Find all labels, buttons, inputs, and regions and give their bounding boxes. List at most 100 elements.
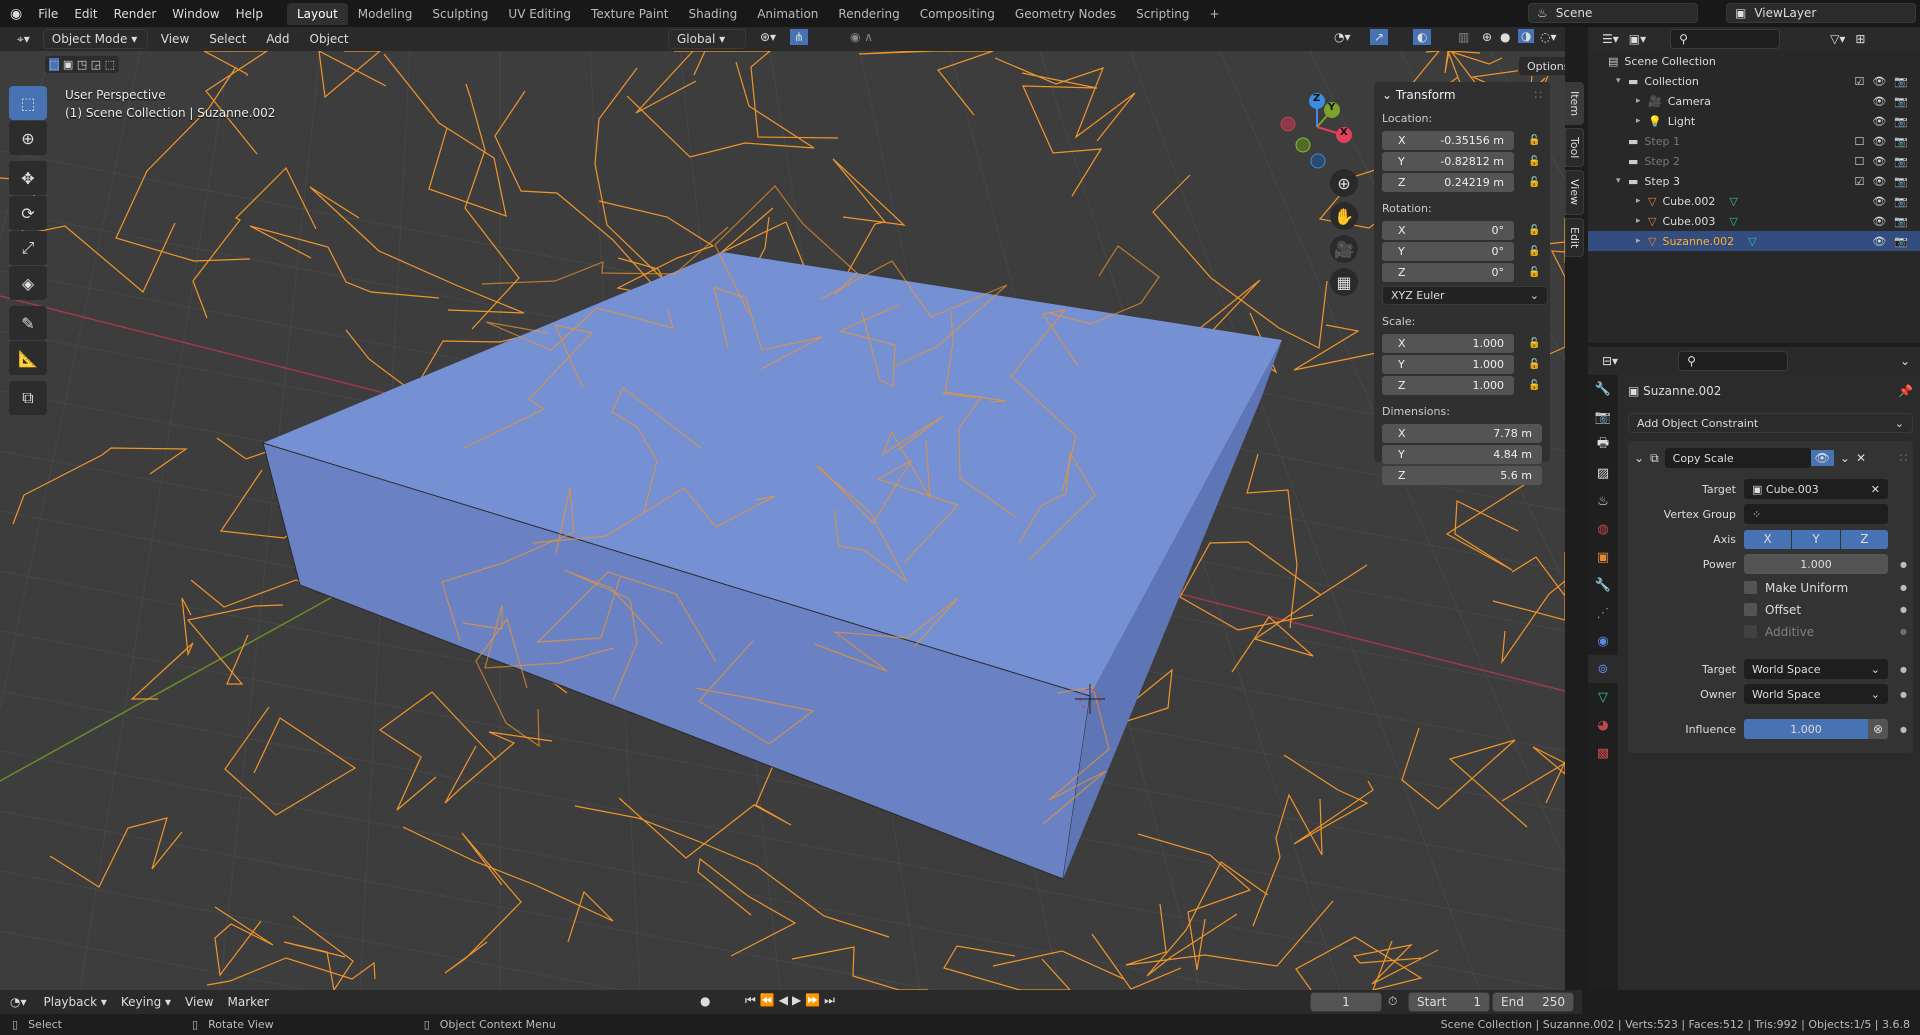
menu-file[interactable]: File <box>30 7 66 21</box>
make-uniform-checkbox[interactable]: Make Uniform <box>1744 581 1888 595</box>
constraints-tab-icon[interactable]: ⊚ <box>1588 655 1618 683</box>
lock-icon[interactable]: 🔓 <box>1528 177 1540 188</box>
expand-arrow-icon[interactable]: ▸ <box>1636 196 1648 206</box>
add-workspace-button[interactable]: + <box>1200 3 1230 25</box>
cursor-tool-icon[interactable]: ⊕ <box>9 121 47 155</box>
lock-icon[interactable]: 🔓 <box>1528 267 1540 278</box>
eye-icon[interactable]: 👁 <box>1872 215 1886 228</box>
solid-shading-icon[interactable]: ● <box>1500 30 1510 44</box>
axis-x-toggle[interactable]: X <box>1744 529 1792 549</box>
clear-target-icon[interactable]: ✕ <box>1871 483 1880 496</box>
view-layer-tab-icon[interactable]: ▨ <box>1588 459 1618 487</box>
material-tab-icon[interactable]: ◕ <box>1588 711 1618 739</box>
dimensions-z-field[interactable]: Z 5.6 m <box>1382 465 1542 485</box>
menu-view[interactable]: View <box>154 30 196 48</box>
select-intersect-icon[interactable]: ⬚ <box>105 58 115 71</box>
measure-tool-icon[interactable]: 📐 <box>9 341 47 375</box>
editor-type-icon[interactable]: ⌖▾ <box>10 30 37 49</box>
keyframe-dot-icon[interactable]: ● <box>1900 560 1907 569</box>
eye-icon[interactable]: 👁 <box>1872 75 1886 88</box>
menu-window[interactable]: Window <box>164 7 227 21</box>
new-collection-icon[interactable]: ⊞ <box>1855 32 1865 46</box>
eye-icon[interactable]: 👁 <box>1872 155 1886 168</box>
pin-icon[interactable]: 📌 <box>1898 384 1913 398</box>
menu-playback[interactable]: Playback ▾ <box>37 993 114 1011</box>
delete-constraint-icon[interactable]: ✕ <box>1856 451 1866 465</box>
exclude-checkbox[interactable]: ☑ <box>1854 175 1864 188</box>
dimensions-y-field[interactable]: Y 4.84 m <box>1382 444 1542 464</box>
select-subtract-icon[interactable]: ◳ <box>77 58 87 71</box>
eye-icon[interactable]: 👁 <box>1872 235 1886 248</box>
expand-arrow-icon[interactable]: ▸ <box>1636 96 1648 106</box>
scale-tool-icon[interactable]: ⤢ <box>9 231 47 265</box>
eye-icon[interactable]: 👁 <box>1872 195 1886 208</box>
tab-view[interactable]: View <box>1565 170 1584 215</box>
snap-icon[interactable]: ⋔ <box>790 29 809 45</box>
record-icon[interactable]: ● <box>700 994 710 1008</box>
gizmo-toggle-icon[interactable]: ↗ <box>1370 29 1389 45</box>
data-tab-icon[interactable]: ▽ <box>1588 683 1618 711</box>
outliner-item[interactable]: ▾ ▬ Step 3 ☑ 👁 📷 <box>1588 171 1920 191</box>
mesh-data-icon[interactable]: ▽ <box>1729 215 1737 228</box>
output-tab-icon[interactable]: 🖶 <box>1588 431 1618 459</box>
eye-icon[interactable]: 👁 <box>1872 175 1886 188</box>
eye-icon[interactable]: 👁 <box>1872 115 1886 128</box>
menu-add[interactable]: Add <box>259 30 296 48</box>
render-tab-icon[interactable]: 📷 <box>1588 403 1618 431</box>
view-layer-selector[interactable]: ▣ ViewLayer <box>1726 3 1916 23</box>
lock-icon[interactable]: 🔓 <box>1528 380 1540 391</box>
additive-checkbox[interactable]: Additive <box>1744 625 1888 639</box>
exclude-checkbox[interactable]: ☑ <box>1854 75 1864 88</box>
overlay-toggle-icon[interactable]: ◐ <box>1413 29 1432 45</box>
lock-icon[interactable]: 🔓 <box>1528 156 1540 167</box>
expand-arrow-icon[interactable]: ▸ <box>1636 216 1648 226</box>
exclude-checkbox[interactable]: ☐ <box>1854 135 1864 148</box>
proportional-edit-icon[interactable]: ◉ ∧ <box>850 30 873 44</box>
tab-item[interactable]: Item <box>1565 82 1584 126</box>
mesh-data-icon[interactable]: ▽ <box>1729 195 1737 208</box>
tab-texture-paint[interactable]: Texture Paint <box>581 3 678 25</box>
influence-slider[interactable]: 1.000 <box>1744 719 1868 739</box>
ortho-grid-icon[interactable]: ▦ <box>1330 268 1358 296</box>
3d-viewport[interactable]: ⬚ ▣ ◳ ◲ ⬚ User Perspective (1) Scene Col… <box>0 51 1565 990</box>
tab-modeling[interactable]: Modeling <box>348 3 423 25</box>
constraint-enable-eye-icon[interactable]: 👁 <box>1810 450 1834 466</box>
playback-controls[interactable]: ⏮⏪◀▶⏩⏭ <box>745 993 839 1008</box>
filter-icon[interactable]: ▽▾ <box>1830 32 1845 46</box>
move-tool-icon[interactable]: ✥ <box>9 161 47 195</box>
tab-edit[interactable]: Edit <box>1565 217 1584 257</box>
dimensions-x-field[interactable]: X 7.78 m <box>1382 423 1542 443</box>
tab-animation[interactable]: Animation <box>747 3 828 25</box>
menu-keying[interactable]: Keying ▾ <box>114 993 178 1011</box>
tab-layout[interactable]: Layout <box>286 2 348 25</box>
offset-checkbox[interactable]: Offset <box>1744 603 1888 617</box>
menu-render[interactable]: Render <box>106 7 165 21</box>
transform-header[interactable]: ⌄ Transform ∷ <box>1382 88 1542 102</box>
vertex-group-field[interactable]: ⁘ <box>1744 504 1888 524</box>
scene-selector[interactable]: ♨ Scene <box>1528 3 1698 23</box>
add-cube-tool-icon[interactable]: ⧉ <box>9 381 47 415</box>
menu-help[interactable]: Help <box>228 7 271 21</box>
stopwatch-icon[interactable]: ⏱ <box>1388 994 1397 1009</box>
rotation-mode-dropdown[interactable]: XYZ Euler ⌄ <box>1382 286 1548 305</box>
blender-logo-icon[interactable]: ◉ <box>0 6 30 22</box>
collapse-icon[interactable]: ⌄ <box>1634 451 1644 465</box>
disable-keep-transform-icon[interactable]: ⊗ <box>1868 719 1888 739</box>
rotation-x-field[interactable]: X 0° <box>1382 220 1514 240</box>
eye-icon[interactable]: 👁 <box>1872 135 1886 148</box>
render-camera-icon[interactable]: 📷 <box>1894 135 1908 148</box>
tab-uv-editing[interactable]: UV Editing <box>498 3 581 25</box>
start-frame-field[interactable]: Start 1 <box>1408 992 1490 1012</box>
rendered-shading-icon[interactable]: ◌▾ <box>1540 30 1557 44</box>
constraint-menu-icon[interactable]: ⌄ <box>1840 451 1850 465</box>
tool-tab-icon[interactable]: 🔧 <box>1588 375 1618 403</box>
scale-x-field[interactable]: X 1.000 <box>1382 333 1514 353</box>
menu-edit[interactable]: Edit <box>66 7 105 21</box>
visibility-icon[interactable]: ◔▾ <box>1334 30 1351 44</box>
camera-view-icon[interactable]: 🎥 <box>1330 235 1358 263</box>
lock-icon[interactable]: 🔓 <box>1528 135 1540 146</box>
mode-dropdown[interactable]: Object Mode ▾ <box>42 29 148 49</box>
current-frame-field[interactable]: 1 <box>1310 992 1382 1012</box>
tab-rendering[interactable]: Rendering <box>828 3 909 25</box>
outliner-search[interactable]: ⚲ <box>1670 29 1781 49</box>
